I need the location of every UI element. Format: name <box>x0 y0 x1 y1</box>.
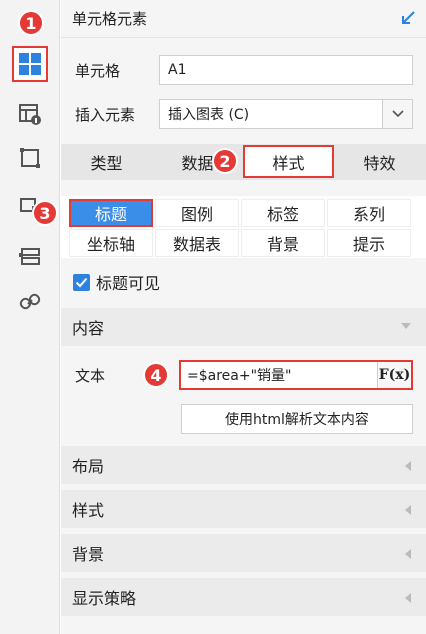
subtab-label[interactable]: 标签 <box>241 199 325 227</box>
insert-row: 插入元素 插入图表 (C) <box>61 98 426 130</box>
section-layout[interactable]: 布局 <box>61 446 426 484</box>
html-parse-label: 使用html解析文本内容 <box>225 412 369 428</box>
formula-value: =$area+"销量" <box>187 368 292 384</box>
border-tool[interactable] <box>12 140 48 176</box>
square-icon <box>20 148 40 168</box>
insert-select[interactable]: 插入图表 (C) <box>159 99 413 129</box>
caret-left-icon <box>405 505 411 515</box>
fx-label: F(x) <box>378 367 411 383</box>
subtab-series[interactable]: 系列 <box>327 199 411 227</box>
cell-element-tool[interactable] <box>12 46 48 82</box>
tab-effect[interactable]: 特效 <box>334 144 425 180</box>
section-display-strategy[interactable]: 显示策略 <box>61 578 426 616</box>
section-content[interactable]: 内容 <box>61 308 426 346</box>
section-background-label: 背景 <box>72 545 105 564</box>
panel-title: 单元格元素 <box>72 10 148 28</box>
caret-left-icon <box>405 461 411 471</box>
step-marker-2: 2 <box>212 148 238 174</box>
insert-value: 插入图表 (C) <box>168 107 250 123</box>
cell-value: A1 <box>168 62 187 78</box>
subtab-axis[interactable]: 坐标轴 <box>69 229 153 257</box>
section-background[interactable]: 背景 <box>61 534 426 572</box>
subtab-datasheet[interactable]: 数据表 <box>155 229 239 257</box>
cell-row: 单元格 A1 <box>61 54 426 86</box>
caret-down-icon <box>401 323 411 329</box>
formula-input[interactable]: =$area+"销量" F(x) <box>179 360 413 390</box>
subtab-background[interactable]: 背景 <box>241 229 325 257</box>
chevron-down-icon[interactable] <box>382 100 412 128</box>
html-parse-button[interactable]: 使用html解析文本内容 <box>181 404 413 434</box>
link-icon <box>19 293 41 310</box>
attribute-tabs: 类型 数据 样式 特效 <box>61 144 426 180</box>
insert-label: 插入元素 <box>75 105 136 124</box>
cell-input[interactable]: A1 <box>159 55 413 85</box>
section-layout-label: 布局 <box>72 457 105 476</box>
step-marker-3: 3 <box>32 200 58 226</box>
cell-label: 单元格 <box>75 61 121 80</box>
tab-type[interactable]: 类型 <box>61 144 152 180</box>
section-style-label: 样式 <box>72 501 105 520</box>
style-subtabs: 标题 图例 标签 系列 坐标轴 数据表 背景 提示 <box>61 196 426 258</box>
text-label: 文本 <box>75 366 106 385</box>
hyperlink-tool[interactable] <box>12 284 48 320</box>
step-marker-4: 4 <box>143 362 169 388</box>
tab-style[interactable]: 样式 <box>243 145 334 178</box>
cell-element-panel: 单元格元素 单元格 A1 插入元素 插入图表 (C) 类型 数据 样式 特效 标… <box>61 0 426 634</box>
caret-left-icon <box>405 593 411 603</box>
subtab-title[interactable]: 标题 <box>69 199 153 227</box>
formula-button[interactable]: F(x) <box>377 362 411 388</box>
section-style[interactable]: 样式 <box>61 490 426 528</box>
caret-left-icon <box>405 549 411 559</box>
subtab-tooltip[interactable]: 提示 <box>327 229 411 257</box>
title-visible-label: 标题可见 <box>96 274 161 293</box>
subtab-legend[interactable]: 图例 <box>155 199 239 227</box>
panel-header: 单元格元素 <box>61 0 426 38</box>
collapse-arrow-icon[interactable] <box>398 8 418 28</box>
title-visible-row: 标题可见 <box>73 270 160 294</box>
title-visible-checkbox[interactable] <box>73 273 90 291</box>
section-content-label: 内容 <box>72 319 105 338</box>
section-display-label: 显示策略 <box>72 589 137 608</box>
layout-icon <box>19 248 40 265</box>
table-info-icon <box>19 104 41 125</box>
left-toolbar <box>0 0 60 634</box>
layout-tool[interactable] <box>12 238 48 274</box>
cell-property-tool[interactable] <box>12 96 48 132</box>
step-marker-1: 1 <box>18 10 44 36</box>
grid-icon <box>19 53 41 75</box>
check-icon <box>75 277 88 287</box>
